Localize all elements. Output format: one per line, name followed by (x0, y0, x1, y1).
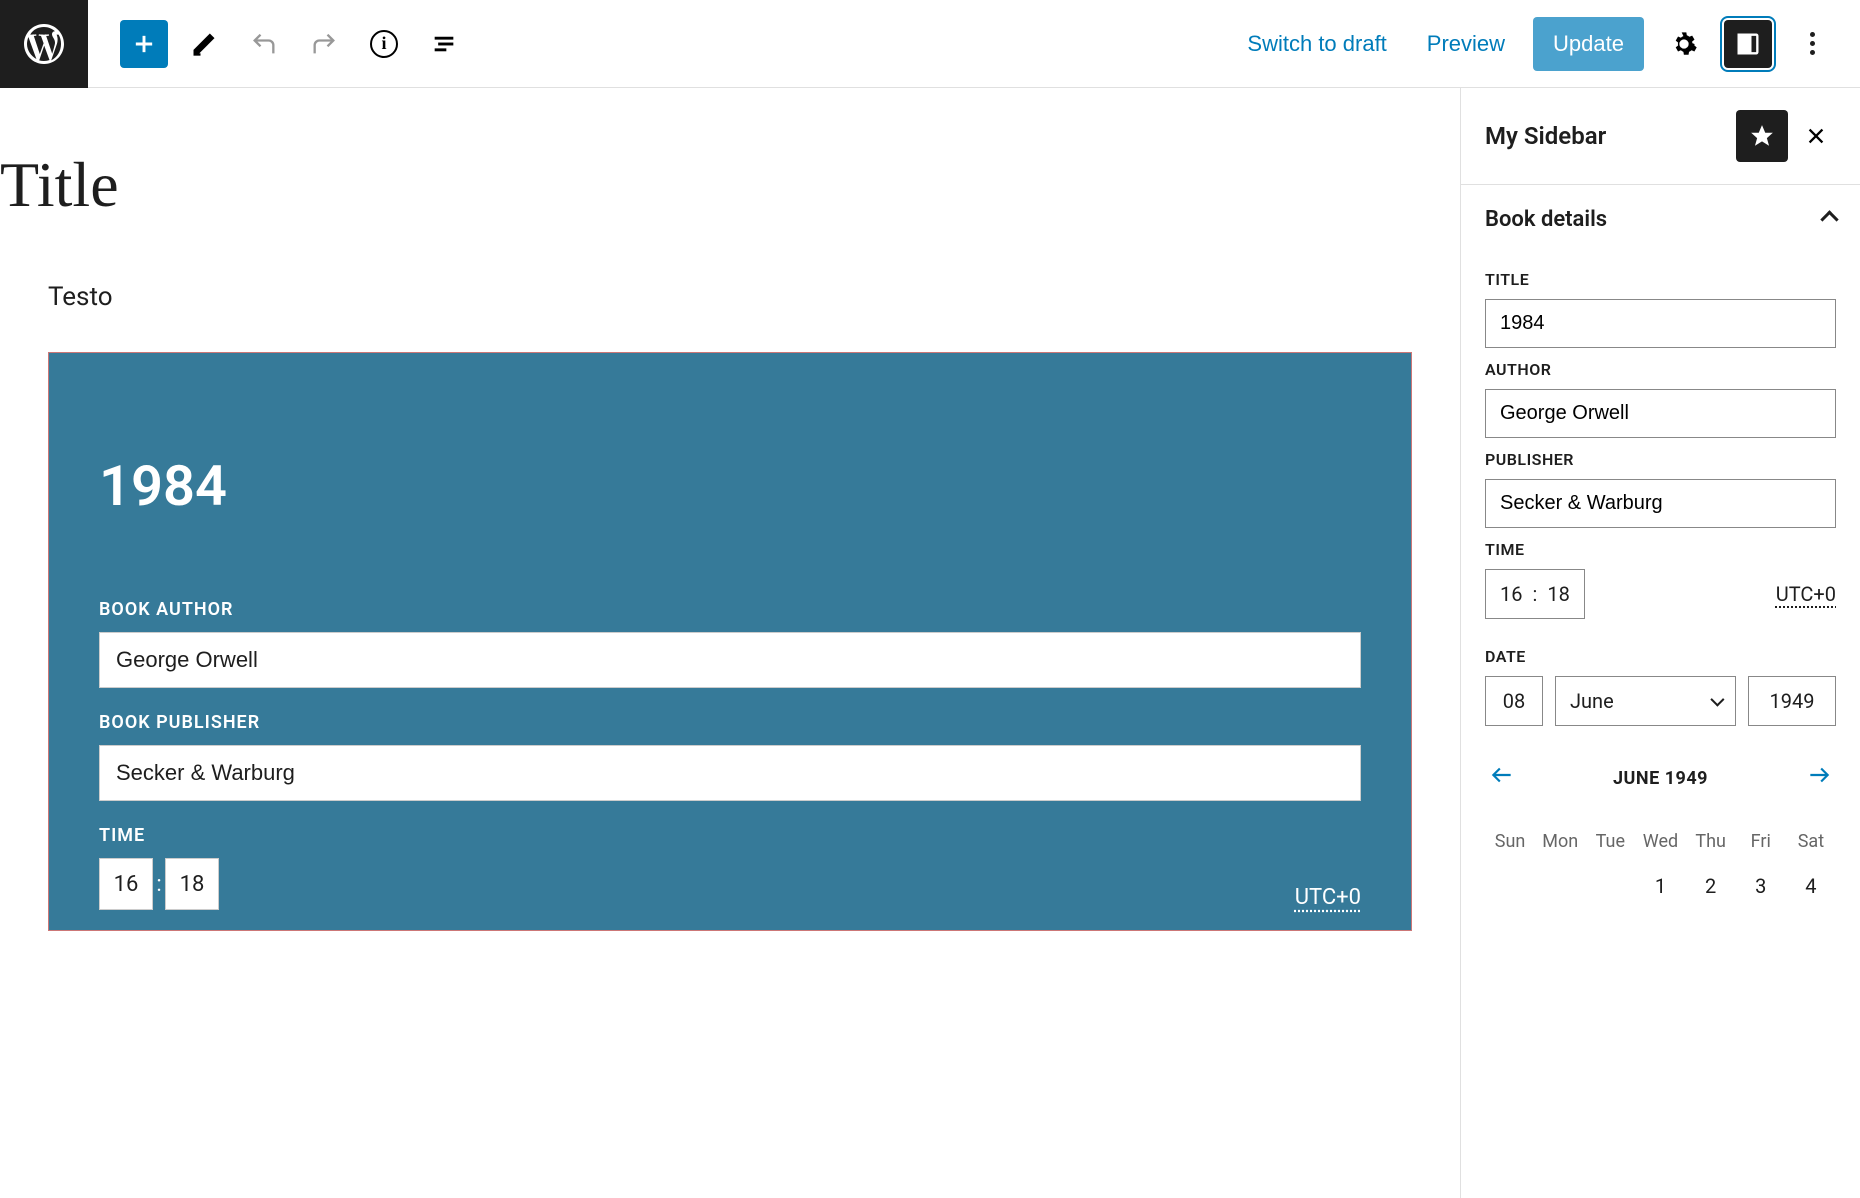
book-block[interactable]: 1984 BOOK AUTHOR BOOK PUBLISHER TIME 16 … (48, 352, 1412, 931)
field-time-hour: 16 (1500, 582, 1522, 606)
book-timezone[interactable]: UTC+0 (1295, 885, 1361, 910)
calendar-cell[interactable]: 1 (1635, 860, 1685, 912)
update-button[interactable]: Update (1533, 17, 1644, 71)
field-date-label: DATE (1485, 647, 1836, 666)
field-author-label: AUTHOR (1485, 360, 1836, 379)
calendar-prev-button[interactable] (1489, 762, 1515, 795)
date-month-value: June (1570, 689, 1614, 713)
book-block-title: 1984 (99, 453, 1361, 519)
field-timezone[interactable]: UTC+0 (1776, 582, 1836, 606)
calendar-day-head: Tue (1585, 823, 1635, 860)
preview-button[interactable]: Preview (1415, 23, 1517, 65)
redo-button[interactable] (300, 20, 348, 68)
settings-sidebar: My Sidebar Book details TITLE AUTHOR (1460, 88, 1860, 1198)
book-author-label: BOOK AUTHOR (99, 599, 1361, 620)
calendar-day-head: Sat (1786, 823, 1836, 860)
edit-tool-button[interactable] (180, 20, 228, 68)
date-year-input[interactable]: 1949 (1748, 676, 1836, 726)
undo-button[interactable] (240, 20, 288, 68)
field-time-input[interactable]: 16 : 18 (1485, 569, 1585, 619)
wordpress-logo[interactable] (0, 0, 88, 88)
post-body-text[interactable]: Testo (48, 282, 1412, 312)
book-time-minute[interactable]: 18 (165, 858, 219, 910)
book-author-input[interactable] (99, 632, 1361, 688)
panel-book-details-header[interactable]: Book details (1461, 185, 1860, 254)
field-publisher-input[interactable] (1485, 479, 1836, 528)
panel-title: Book details (1485, 207, 1607, 232)
sidebar-toggle-button[interactable] (1724, 20, 1772, 68)
date-month-select[interactable]: June (1555, 676, 1736, 726)
sidebar-close-button[interactable] (1796, 116, 1836, 156)
chevron-up-icon (1820, 210, 1838, 228)
switch-to-draft-button[interactable]: Switch to draft (1235, 23, 1398, 65)
book-time-label: TIME (99, 825, 1361, 846)
post-title[interactable]: Title (0, 88, 1460, 242)
calendar-cell[interactable] (1485, 860, 1535, 912)
sidebar-title: My Sidebar (1485, 122, 1606, 150)
chevron-down-icon (1710, 693, 1724, 707)
sidebar-star-button[interactable] (1736, 110, 1788, 162)
calendar-cell[interactable]: 3 (1736, 860, 1786, 912)
more-options-button[interactable] (1788, 20, 1836, 68)
book-publisher-input[interactable] (99, 745, 1361, 801)
top-toolbar: i Switch to draft Preview Update (0, 0, 1860, 88)
calendar-cell[interactable] (1585, 860, 1635, 912)
calendar-day-head: Sun (1485, 823, 1535, 860)
calendar-month-label: JUNE 1949 (1613, 768, 1708, 789)
field-time-label: TIME (1485, 540, 1836, 559)
field-title-label: TITLE (1485, 270, 1836, 289)
field-publisher-label: PUBLISHER (1485, 450, 1836, 469)
calendar-cell[interactable]: 4 (1786, 860, 1836, 912)
calendar-day-head: Wed (1635, 823, 1685, 860)
field-time-minute: 18 (1547, 582, 1569, 606)
book-time-hour[interactable]: 16 (99, 858, 153, 910)
calendar-next-button[interactable] (1806, 762, 1832, 795)
calendar-day-head: Mon (1535, 823, 1585, 860)
field-author-input[interactable] (1485, 389, 1836, 438)
outline-button[interactable] (420, 20, 468, 68)
settings-button[interactable] (1660, 20, 1708, 68)
date-day-input[interactable]: 08 (1485, 676, 1543, 726)
calendar-cell[interactable] (1535, 860, 1585, 912)
book-publisher-label: BOOK PUBLISHER (99, 712, 1361, 733)
calendar-cell[interactable]: 2 (1686, 860, 1736, 912)
add-block-button[interactable] (120, 20, 168, 68)
calendar-day-head: Fri (1736, 823, 1786, 860)
calendar-grid: Sun Mon Tue Wed Thu Fri Sat 1 2 3 4 (1485, 823, 1836, 912)
info-icon: i (370, 30, 398, 58)
calendar-day-head: Thu (1686, 823, 1736, 860)
field-title-input[interactable] (1485, 299, 1836, 348)
editor-canvas[interactable]: Title Testo 1984 BOOK AUTHOR BOOK PUBLIS… (0, 88, 1460, 1198)
info-button[interactable]: i (360, 20, 408, 68)
